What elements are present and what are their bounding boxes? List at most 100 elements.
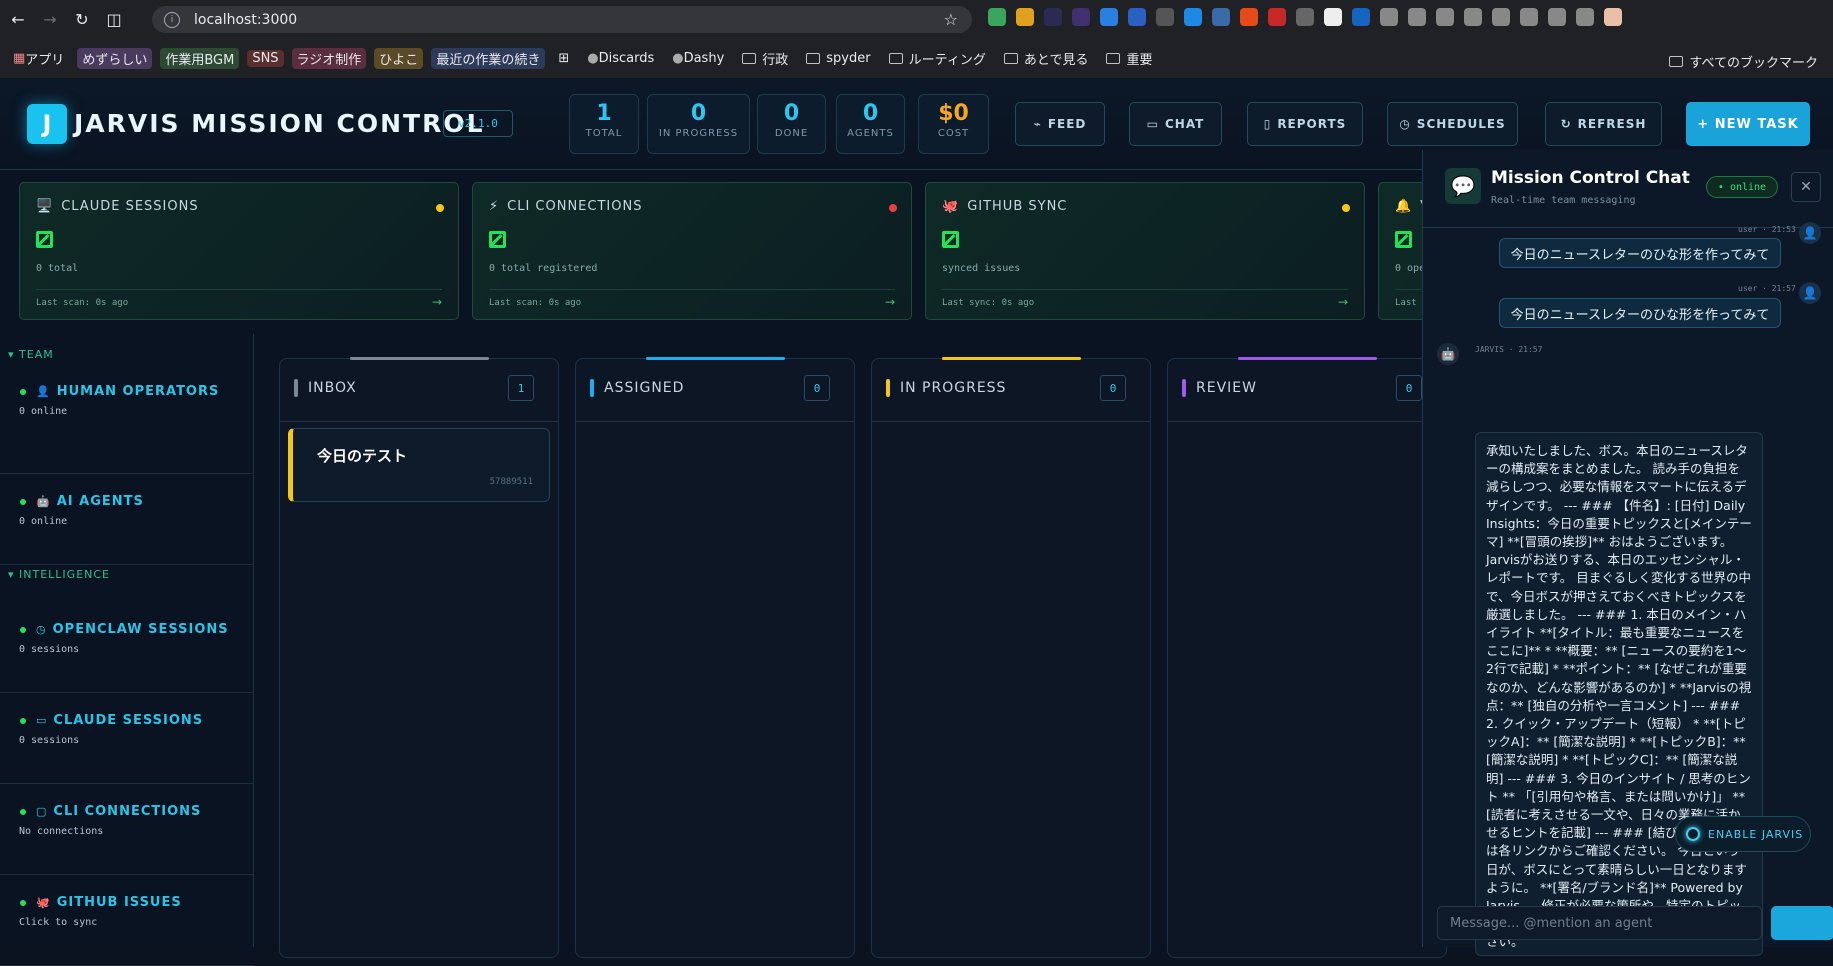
- column-marker: [886, 379, 890, 397]
- address-bar[interactable]: i localhost:3000 ☆: [152, 6, 972, 33]
- close-icon[interactable]: ✕: [1791, 172, 1821, 202]
- refresh-button[interactable]: ↻ REFRESH: [1545, 102, 1662, 146]
- bookmark-item[interactable]: 作業用BGM: [160, 47, 240, 69]
- extension-icon[interactable]: [1492, 8, 1510, 26]
- chat-label: CHAT: [1164, 117, 1205, 131]
- reports-button[interactable]: ▯ REPORTS: [1247, 102, 1363, 146]
- extension-icon[interactable]: [1604, 8, 1622, 26]
- card-subtext: 0 ope: [1395, 263, 1426, 274]
- arrow-icon[interactable]: →: [432, 295, 442, 309]
- extension-icon[interactable]: [1520, 8, 1538, 26]
- bookmark-item[interactable]: ▦ アプリ: [8, 47, 69, 70]
- extension-icon[interactable]: [1324, 8, 1342, 26]
- stat-label: COST: [937, 128, 970, 139]
- arrow-icon[interactable]: →: [1338, 295, 1348, 309]
- back-icon[interactable]: ←: [4, 6, 32, 34]
- sidebar-item[interactable]: 🐙 GITHUB ISSUES Click to sync: [0, 875, 254, 966]
- extension-icon[interactable]: [1184, 8, 1202, 26]
- extension-icon[interactable]: [1548, 8, 1566, 26]
- url-text: localhost:3000: [194, 11, 298, 28]
- grid-icon[interactable]: ⊞: [553, 49, 574, 68]
- extension-icon[interactable]: [1016, 8, 1034, 26]
- bookmark-label: めずらしい: [82, 52, 148, 68]
- column-accent: [1237, 357, 1377, 360]
- extension-icon[interactable]: [1100, 8, 1118, 26]
- bookmark-item[interactable]: ルーティング: [884, 47, 991, 70]
- info-icon[interactable]: i: [164, 11, 180, 28]
- extension-icon[interactable]: [1240, 8, 1258, 26]
- arrow-icon[interactable]: →: [885, 295, 895, 309]
- bookmark-label: ルーティング: [908, 52, 986, 68]
- column-marker: [590, 379, 594, 397]
- task-id: 57889511: [489, 477, 533, 487]
- sidebar-item[interactable]: ▭ CLAUDE SESSIONS 0 sessions: [0, 693, 254, 784]
- forward-icon[interactable]: →: [36, 6, 64, 34]
- feed-button[interactable]: ⌁ FEED: [1015, 102, 1105, 146]
- chat-header: 💬 Mission Control Chat Real-time team me…: [1423, 150, 1833, 228]
- sidebar-item[interactable]: ▢ CLI CONNECTIONS No connections: [0, 784, 254, 875]
- chat-button[interactable]: ▭ CHAT: [1129, 102, 1222, 146]
- status-dot: [436, 204, 444, 212]
- sidebar-item[interactable]: 👤 HUMAN OPERATORS 0 online: [0, 364, 254, 474]
- extension-icon[interactable]: [1128, 8, 1146, 26]
- extension-icon[interactable]: [988, 8, 1006, 26]
- intelligence-section-label[interactable]: ▾ INTELLIGENCE: [8, 568, 110, 581]
- team-section-label[interactable]: ▾ TEAM: [8, 348, 54, 361]
- feed-label: FEED: [1047, 117, 1087, 131]
- stat-total: 1 TOTAL: [569, 94, 639, 154]
- extension-icon[interactable]: [1156, 8, 1174, 26]
- sidebar-item[interactable]: 🤖 AI AGENTS 0 online: [0, 474, 254, 565]
- extension-icon[interactable]: [1044, 8, 1062, 26]
- new-task-button[interactable]: + NEW TASK: [1686, 102, 1810, 146]
- all-bookmarks-label: すべてのブックマーク: [1689, 56, 1818, 71]
- reload-icon[interactable]: ↻: [68, 6, 96, 34]
- task-card[interactable]: 今日のテスト 57889511: [288, 428, 550, 502]
- enable-label: ENABLE JARVIS: [1708, 827, 1804, 841]
- bookmark-item[interactable]: ● Dashy: [667, 49, 729, 68]
- extension-icon[interactable]: [1464, 8, 1482, 26]
- status-dot: [20, 627, 26, 633]
- column-title: INBOX: [308, 380, 357, 396]
- schedules-button[interactable]: ◷ SCHEDULES: [1387, 102, 1518, 146]
- stat-label: TOTAL: [585, 128, 623, 139]
- send-button[interactable]: [1771, 906, 1833, 940]
- bookmark-item[interactable]: 行政: [737, 47, 793, 70]
- sidebar-item[interactable]: ◷ OPENCLAW SESSIONS 0 sessions: [0, 602, 254, 693]
- extension-icon[interactable]: [1380, 8, 1398, 26]
- chat-icon: ▭: [1146, 117, 1159, 131]
- extension-icon[interactable]: [1212, 8, 1230, 26]
- extension-icon[interactable]: [1576, 8, 1594, 26]
- zero-icon: [489, 231, 506, 248]
- star-icon[interactable]: ☆: [944, 10, 958, 29]
- extension-icon[interactable]: [1268, 8, 1286, 26]
- bookmark-item[interactable]: あとで見る: [999, 47, 1094, 70]
- stat-cost: $0 COST: [918, 94, 989, 154]
- enable-jarvis-button[interactable]: ENABLE JARVIS: [1675, 816, 1811, 852]
- extension-icon[interactable]: [1436, 8, 1454, 26]
- zero-icon: [942, 231, 959, 248]
- chat-input[interactable]: Message... @mention an agent: [1437, 906, 1762, 940]
- item-count: No connections: [19, 826, 104, 837]
- bookmark-item[interactable]: 最近の作業の続き: [431, 47, 546, 69]
- browser-chrome: ← → ↻ ◫ i localhost:3000 ☆ ▦ アプリ めずらしい 作業用…: [0, 0, 1833, 78]
- bookmark-label: ラジオ制作: [296, 52, 362, 68]
- power-icon: [1686, 827, 1700, 841]
- bookmark-item[interactable]: ひよこ: [374, 47, 424, 69]
- bookmark-item[interactable]: spyder: [801, 49, 875, 68]
- extension-icon[interactable]: [1408, 8, 1426, 26]
- status-card[interactable]: 🖥️ CLAUDE SESSIONS 0 total Last scan: 0s ag…: [19, 182, 459, 320]
- bookmark-item[interactable]: ラジオ制作: [291, 47, 367, 69]
- extension-icon[interactable]: [1072, 8, 1090, 26]
- extension-icon[interactable]: [1352, 8, 1370, 26]
- bookmark-item[interactable]: ● Discards: [582, 49, 659, 68]
- bookmark-label: 重要: [1126, 52, 1153, 68]
- all-bookmarks[interactable]: すべてのブックマーク: [1664, 50, 1823, 73]
- status-card[interactable]: 🐙 GITHUB SYNC synced issues Last sync: 0s a…: [925, 182, 1365, 320]
- bookmark-item[interactable]: 重要: [1101, 47, 1157, 70]
- extension-icon[interactable]: [1296, 8, 1314, 26]
- bookmark-item[interactable]: めずらしい: [77, 47, 153, 69]
- split-view-icon[interactable]: ◫: [100, 6, 128, 34]
- status-card[interactable]: ⚡ CLI CONNECTIONS 0 total registered Last s…: [472, 182, 912, 320]
- item-icon: ◷: [36, 623, 47, 636]
- bookmark-item[interactable]: SNS: [247, 49, 284, 67]
